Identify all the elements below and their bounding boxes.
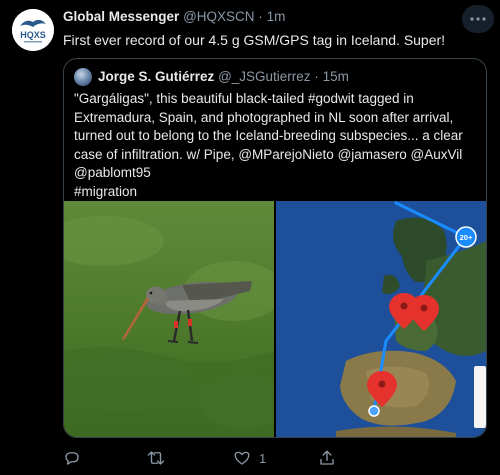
godwit-photo[interactable] [64, 201, 274, 437]
quoted-author-handle[interactable]: @_JSGutierrez [218, 69, 310, 84]
author-handle[interactable]: @HQXSCN [183, 9, 254, 24]
share-icon [320, 450, 334, 465]
more-options-button[interactable] [462, 5, 494, 33]
like-icon [234, 451, 250, 465]
tweet-text: First ever record of our 4.5 g GSM/GPS t… [63, 32, 446, 48]
map-zoom-control[interactable] [474, 366, 486, 428]
author-avatar[interactable]: HQXS [12, 9, 54, 51]
quoted-author-name[interactable]: Jorge S. Gutiérrez [98, 69, 214, 84]
tweet-header: Global Messenger @HQXSCN · 1m [63, 9, 285, 27]
quoted-text-line: "Gargáligas", this beautiful black-taile… [74, 91, 414, 106]
quoted-text-line: @pablomt95 [74, 165, 151, 180]
quoted-text-line: turned out to belong to the Iceland-bree… [74, 128, 463, 143]
retweet-button[interactable] [147, 448, 173, 468]
retweet-icon [147, 451, 165, 465]
tweet-time[interactable]: 1m [267, 9, 286, 24]
logo-text: HQXS [20, 30, 46, 40]
tweet[interactable]: HQXS Global Messenger @HQXSCN · 1m First… [0, 0, 500, 475]
quoted-text: "Gargáligas", this beautiful black-taile… [74, 90, 478, 201]
quoted-time[interactable]: 15m [323, 69, 349, 84]
more-dots-icon [470, 17, 486, 21]
media-grid: 20+ [64, 201, 486, 437]
quoted-separator-dot: · [314, 69, 319, 84]
quoted-text-line: Extremadura, Spain, and photographed in … [74, 109, 454, 125]
like-count: 1 [259, 450, 267, 466]
quoted-text-line: #migration [74, 183, 138, 199]
author-name[interactable]: Global Messenger [63, 9, 179, 24]
location-count-badge[interactable]: 20+ [455, 226, 477, 248]
quoted-avatar[interactable] [74, 68, 92, 86]
reply-icon [65, 452, 79, 465]
origin-marker [368, 405, 380, 417]
separator-dot: · [258, 9, 263, 24]
badge-count: 20+ [460, 233, 473, 242]
action-bar: 1 [63, 448, 483, 468]
like-button[interactable]: 1 [233, 448, 266, 468]
share-button[interactable] [318, 448, 336, 468]
quoted-tweet[interactable]: Jorge S. Gutiérrez @_JSGutierrez · 15m "… [63, 58, 487, 438]
reply-button[interactable] [63, 448, 89, 468]
migration-map[interactable]: 20+ [276, 201, 486, 437]
quoted-text-line: case of infiltration. w/ Pipe, @MParejoN… [74, 146, 463, 162]
